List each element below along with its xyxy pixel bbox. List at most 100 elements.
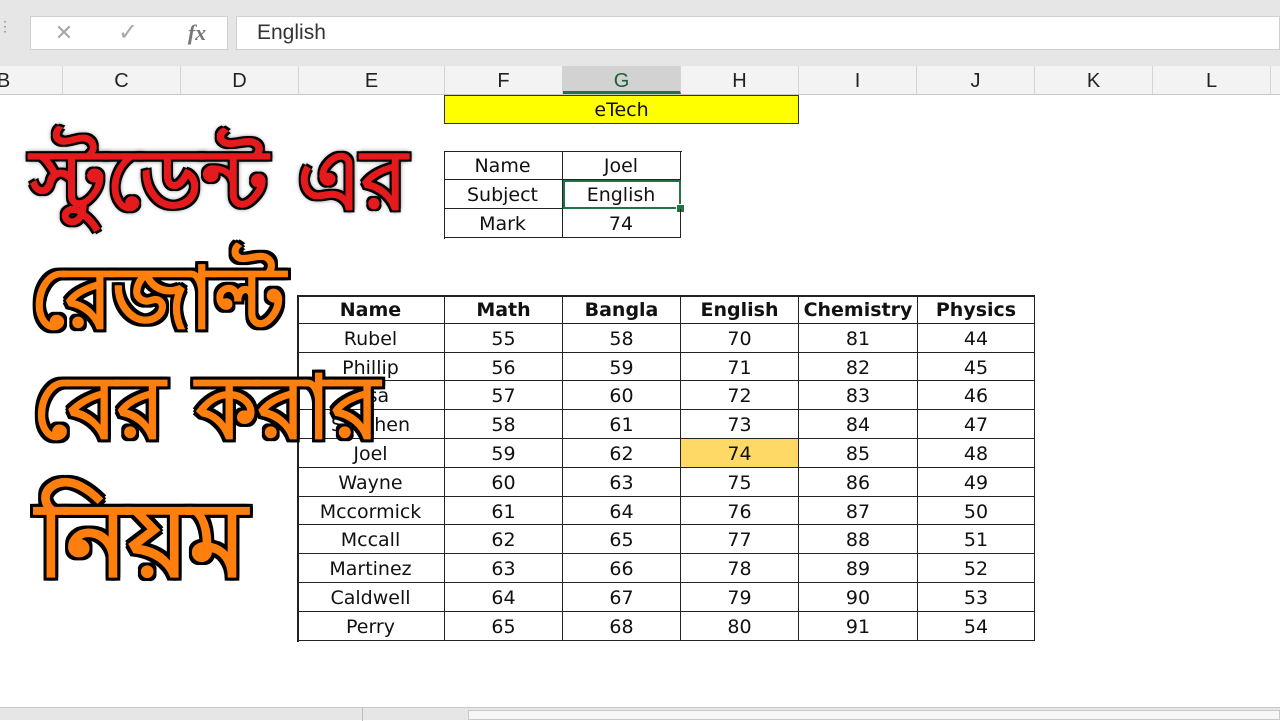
mark-cell[interactable]: 47 bbox=[918, 410, 1035, 439]
mark-cell[interactable]: 62 bbox=[563, 439, 681, 468]
column-header-i[interactable]: I bbox=[799, 66, 917, 94]
mark-cell[interactable]: 68 bbox=[563, 611, 681, 641]
mark-cell[interactable]: 67 bbox=[563, 583, 681, 612]
mark-cell[interactable]: 51 bbox=[918, 525, 1035, 555]
mark-cell[interactable]: 61 bbox=[445, 496, 563, 526]
mark-cell[interactable]: 70 bbox=[681, 323, 799, 353]
lookup-value-mark[interactable]: 74 bbox=[562, 208, 681, 238]
mark-cell[interactable]: 59 bbox=[563, 352, 681, 382]
mark-cell[interactable]: 52 bbox=[918, 554, 1035, 583]
column-header-l[interactable]: L bbox=[1153, 66, 1271, 94]
mark-cell[interactable]: 57 bbox=[445, 381, 563, 411]
student-name-cell[interactable]: Mccall bbox=[297, 525, 445, 555]
mark-cell[interactable]: 64 bbox=[563, 496, 681, 526]
mark-cell[interactable]: 86 bbox=[799, 467, 918, 497]
column-header-g[interactable]: G bbox=[563, 66, 681, 94]
student-name-cell[interactable]: Perry bbox=[297, 611, 445, 641]
mark-cell[interactable]: 61 bbox=[563, 410, 681, 439]
mark-cell[interactable]: 82 bbox=[799, 352, 918, 382]
mark-cell[interactable]: 46 bbox=[918, 381, 1035, 411]
column-header-d[interactable]: D bbox=[181, 66, 299, 94]
sheet-tabs-area[interactable] bbox=[0, 708, 363, 721]
horizontal-scrollbar[interactable] bbox=[468, 710, 1280, 720]
mark-cell[interactable]: 81 bbox=[799, 323, 918, 353]
title-line-4: নিয়ম bbox=[36, 479, 247, 601]
mark-cell[interactable]: 83 bbox=[799, 381, 918, 411]
mark-cell[interactable]: 49 bbox=[918, 467, 1035, 497]
mark-cell[interactable]: 66 bbox=[563, 554, 681, 583]
student-name-cell[interactable]: Caldwell bbox=[297, 583, 445, 612]
mark-cell[interactable]: 77 bbox=[681, 525, 799, 555]
status-bar bbox=[0, 707, 1280, 721]
lookup-label-subject[interactable]: Subject bbox=[443, 179, 563, 209]
lookup-label-mark[interactable]: Mark bbox=[443, 208, 563, 238]
column-header-j[interactable]: J bbox=[917, 66, 1035, 94]
title-line-3: বের করার bbox=[32, 356, 380, 459]
mark-cell[interactable]: 53 bbox=[918, 583, 1035, 612]
mark-cell[interactable]: 63 bbox=[563, 467, 681, 497]
mark-cell[interactable]: 48 bbox=[918, 439, 1035, 468]
header-chemistry[interactable]: Chemistry bbox=[799, 295, 918, 324]
student-name-cell[interactable]: Wayne bbox=[297, 467, 445, 497]
mark-cell[interactable]: 71 bbox=[681, 352, 799, 382]
mark-cell[interactable]: 79 bbox=[681, 583, 799, 612]
header-math[interactable]: Math bbox=[445, 295, 563, 324]
column-header-f[interactable]: F bbox=[445, 66, 563, 94]
column-header-k[interactable]: K bbox=[1035, 66, 1153, 94]
mark-cell[interactable]: 65 bbox=[563, 525, 681, 555]
mark-cell[interactable]: 60 bbox=[445, 467, 563, 497]
column-header-c[interactable]: C bbox=[63, 66, 181, 94]
mark-cell[interactable]: 87 bbox=[799, 496, 918, 526]
lookup-label-name[interactable]: Name bbox=[443, 150, 563, 180]
formula-input[interactable]: English bbox=[236, 16, 1280, 50]
student-name-cell[interactable]: Martinez bbox=[297, 554, 445, 583]
lookup-value-name[interactable]: Joel bbox=[562, 150, 681, 180]
column-header-b[interactable]: B bbox=[0, 66, 63, 94]
mark-cell[interactable]: 75 bbox=[681, 467, 799, 497]
mark-cell[interactable]: 59 bbox=[445, 439, 563, 468]
mark-cell[interactable]: 56 bbox=[445, 352, 563, 382]
lookup-value-subject[interactable]: English bbox=[562, 179, 685, 213]
mark-cell[interactable]: 73 bbox=[681, 410, 799, 439]
etech-banner[interactable]: eTech bbox=[444, 95, 799, 124]
mark-cell[interactable]: 64 bbox=[445, 583, 563, 612]
header-physics[interactable]: Physics bbox=[918, 295, 1035, 324]
mark-cell[interactable]: 45 bbox=[918, 352, 1035, 382]
mark-cell[interactable]: 78 bbox=[681, 554, 799, 583]
mark-cell[interactable]: 54 bbox=[918, 611, 1035, 641]
mark-cell[interactable]: 89 bbox=[799, 554, 918, 583]
column-header-e[interactable]: E bbox=[299, 66, 445, 94]
grip-icon: ⋮ bbox=[0, 18, 12, 34]
column-header-h[interactable]: H bbox=[681, 66, 799, 94]
student-name-cell[interactable]: Mccormick bbox=[297, 496, 445, 526]
mark-cell[interactable]: 58 bbox=[563, 323, 681, 353]
mark-cell[interactable]: 55 bbox=[445, 323, 563, 353]
header-name[interactable]: Name bbox=[297, 295, 445, 324]
header-english[interactable]: English bbox=[681, 295, 799, 324]
formula-bar: ⋮ ✕ ✓ fx English bbox=[0, 0, 1280, 66]
mark-cell[interactable]: 63 bbox=[445, 554, 563, 583]
mark-cell[interactable]: 84 bbox=[799, 410, 918, 439]
mark-cell[interactable]: 91 bbox=[799, 611, 918, 641]
mark-cell[interactable]: 58 bbox=[445, 410, 563, 439]
mark-cell[interactable]: 76 bbox=[681, 496, 799, 526]
title-line-1: স্টুডেন্ট এর bbox=[30, 131, 408, 229]
mark-cell[interactable]: 65 bbox=[445, 611, 563, 641]
marks-table: Name Math Bangla English Chemistry Physics Rub… bbox=[297, 295, 1035, 642]
formula-buttons: ✕ ✓ fx bbox=[30, 16, 228, 50]
mark-cell[interactable]: 60 bbox=[563, 381, 681, 411]
mark-cell[interactable]: 85 bbox=[799, 439, 918, 468]
mark-cell[interactable]: 44 bbox=[918, 323, 1035, 353]
insert-function-icon[interactable]: fx bbox=[179, 17, 215, 49]
header-bangla[interactable]: Bangla bbox=[563, 295, 681, 324]
mark-cell[interactable]: 50 bbox=[918, 496, 1035, 526]
mark-cell[interactable]: 90 bbox=[799, 583, 918, 612]
cancel-icon[interactable]: ✕ bbox=[49, 17, 79, 49]
mark-cell[interactable]: 80 bbox=[681, 611, 799, 641]
mark-cell[interactable]: 88 bbox=[799, 525, 918, 555]
mark-cell[interactable]: 74 bbox=[681, 439, 799, 468]
enter-icon[interactable]: ✓ bbox=[113, 17, 143, 49]
student-name-cell[interactable]: Rubel bbox=[297, 323, 445, 353]
mark-cell[interactable]: 62 bbox=[445, 525, 563, 555]
mark-cell[interactable]: 72 bbox=[681, 381, 799, 411]
